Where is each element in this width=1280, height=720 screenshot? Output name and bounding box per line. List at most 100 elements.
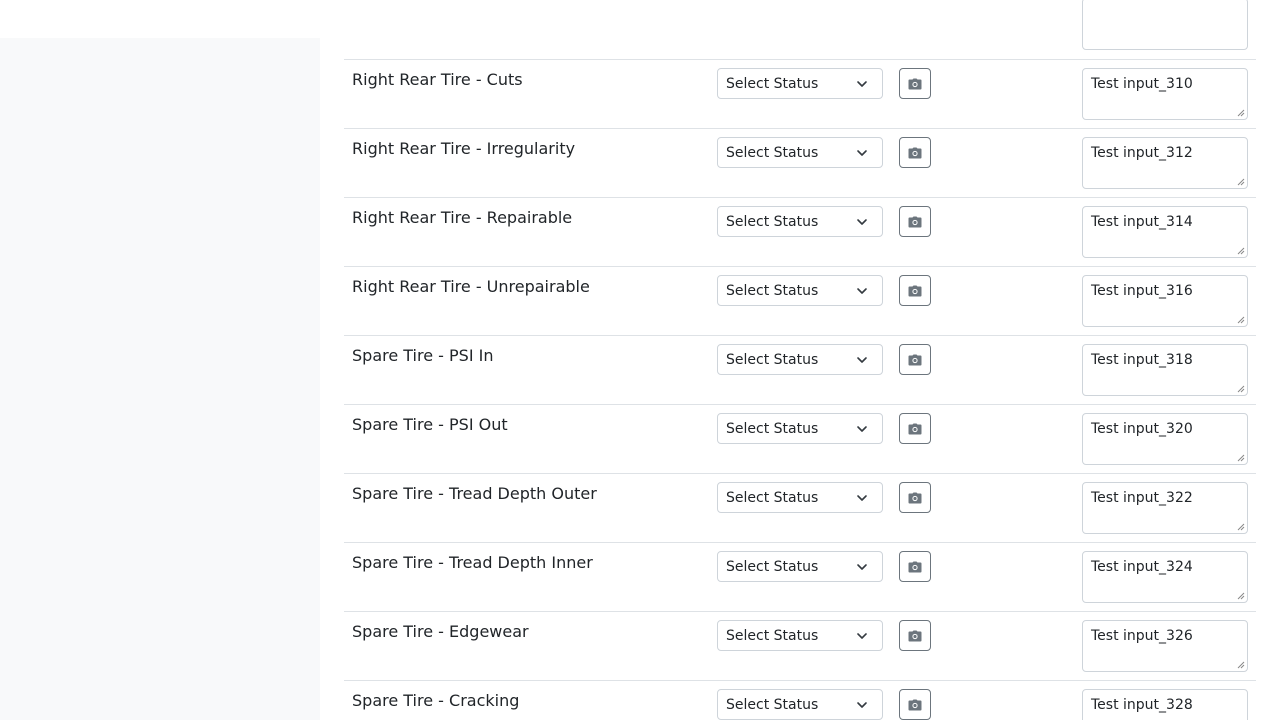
notes-textarea[interactable]: Test input_316 xyxy=(1082,275,1248,327)
notes-value: Test input_314 xyxy=(1091,214,1193,230)
notes-value: Test input_328 xyxy=(1091,697,1193,713)
notes-textarea[interactable]: Test input_310 xyxy=(1082,68,1248,120)
table-row: Right Rear Tire - Unrepairable Select St… xyxy=(344,266,1256,335)
notes-textarea[interactable]: Test input_322 xyxy=(1082,482,1248,534)
notes-value: Test input_318 xyxy=(1091,352,1193,368)
status-select-value: Select Status xyxy=(726,351,819,368)
chevron-down-icon xyxy=(857,150,867,156)
status-select[interactable]: Select Status xyxy=(717,206,883,237)
status-select[interactable]: Select Status xyxy=(717,413,883,444)
chevron-down-icon xyxy=(857,564,867,570)
notes-textarea[interactable]: Test input_314 xyxy=(1082,206,1248,258)
table-row: Right Rear Tire - Cuts Select Status Tes… xyxy=(344,59,1256,128)
resize-grip-icon[interactable] xyxy=(1237,316,1245,324)
status-select[interactable]: Select Status xyxy=(717,620,883,651)
status-select-value: Select Status xyxy=(726,420,819,437)
table-row: Right Rear Tire - Repairable Select Stat… xyxy=(344,197,1256,266)
status-select[interactable]: Select Status xyxy=(717,482,883,513)
table-row: Spare Tire - Cracking Select Status Test… xyxy=(344,680,1256,720)
camera-icon xyxy=(908,78,922,89)
notes-textarea[interactable]: Test input_312 xyxy=(1082,137,1248,189)
inspection-item-label: Spare Tire - Tread Depth Inner xyxy=(352,553,593,572)
inspection-item-label: Right Rear Tire - Irregularity xyxy=(352,139,576,158)
notes-textarea[interactable] xyxy=(1082,0,1248,50)
status-select[interactable]: Select Status xyxy=(717,275,883,306)
status-select-value: Select Status xyxy=(726,627,819,644)
status-select-value: Select Status xyxy=(726,696,819,713)
notes-value: Test input_310 xyxy=(1091,76,1193,92)
camera-button[interactable] xyxy=(899,620,931,651)
resize-grip-icon[interactable] xyxy=(1237,454,1245,462)
camera-button[interactable] xyxy=(899,482,931,513)
table-row xyxy=(344,0,1256,59)
resize-grip-icon[interactable] xyxy=(1237,661,1245,669)
chevron-down-icon xyxy=(857,495,867,501)
status-select-value: Select Status xyxy=(726,282,819,299)
camera-button[interactable] xyxy=(899,68,931,99)
notes-textarea[interactable]: Test input_324 xyxy=(1082,551,1248,603)
notes-textarea[interactable]: Test input_328 xyxy=(1082,689,1248,720)
resize-grip-icon[interactable] xyxy=(1237,109,1245,117)
chevron-down-icon xyxy=(857,81,867,87)
chevron-down-icon xyxy=(857,426,867,432)
chevron-down-icon xyxy=(857,288,867,294)
status-select-value: Select Status xyxy=(726,144,819,161)
notes-textarea[interactable]: Test input_326 xyxy=(1082,620,1248,672)
status-select-value: Select Status xyxy=(726,489,819,506)
inspection-table: Right Rear Tire - Cuts Select Status Tes… xyxy=(344,0,1256,720)
chevron-down-icon xyxy=(857,633,867,639)
camera-button[interactable] xyxy=(899,344,931,375)
camera-icon xyxy=(908,147,922,158)
camera-icon xyxy=(908,630,922,641)
camera-icon xyxy=(908,216,922,227)
status-select[interactable]: Select Status xyxy=(717,344,883,375)
status-select-value: Select Status xyxy=(726,75,819,92)
camera-button[interactable] xyxy=(899,137,931,168)
status-select-value: Select Status xyxy=(726,558,819,575)
camera-button[interactable] xyxy=(899,689,931,720)
resize-grip-icon[interactable] xyxy=(1237,178,1245,186)
resize-grip-icon[interactable] xyxy=(1237,247,1245,255)
camera-icon xyxy=(908,561,922,572)
inspection-item-label: Spare Tire - PSI In xyxy=(352,346,494,365)
chevron-down-icon xyxy=(857,702,867,708)
notes-textarea[interactable]: Test input_318 xyxy=(1082,344,1248,396)
notes-value: Test input_322 xyxy=(1091,490,1193,506)
resize-grip-icon[interactable] xyxy=(1237,592,1245,600)
camera-button[interactable] xyxy=(899,206,931,237)
inspection-item-label: Right Rear Tire - Cuts xyxy=(352,70,523,89)
status-select[interactable]: Select Status xyxy=(717,68,883,99)
table-row: Right Rear Tire - Irregularity Select St… xyxy=(344,128,1256,197)
camera-button[interactable] xyxy=(899,275,931,306)
notes-textarea[interactable]: Test input_320 xyxy=(1082,413,1248,465)
camera-icon xyxy=(908,423,922,434)
inspection-item-label: Spare Tire - Tread Depth Outer xyxy=(352,484,597,503)
table-row: Spare Tire - PSI Out Select Status Test … xyxy=(344,404,1256,473)
notes-value: Test input_312 xyxy=(1091,145,1193,161)
resize-grip-icon[interactable] xyxy=(1237,523,1245,531)
table-row: Spare Tire - Tread Depth Outer Select St… xyxy=(344,473,1256,542)
camera-button[interactable] xyxy=(899,551,931,582)
inspection-item-label: Right Rear Tire - Unrepairable xyxy=(352,277,590,296)
camera-icon xyxy=(908,354,922,365)
status-select[interactable]: Select Status xyxy=(717,551,883,582)
table-row: Spare Tire - Tread Depth Inner Select St… xyxy=(344,542,1256,611)
inspection-item-label: Right Rear Tire - Repairable xyxy=(352,208,573,227)
inspection-item-label: Spare Tire - Cracking xyxy=(352,691,520,710)
status-select[interactable]: Select Status xyxy=(717,689,883,720)
camera-icon xyxy=(908,699,922,710)
notes-value: Test input_316 xyxy=(1091,283,1193,299)
status-select-value: Select Status xyxy=(726,213,819,230)
camera-button[interactable] xyxy=(899,413,931,444)
status-select[interactable]: Select Status xyxy=(717,137,883,168)
table-row: Spare Tire - PSI In Select Status Test i… xyxy=(344,335,1256,404)
notes-value: Test input_324 xyxy=(1091,559,1193,575)
sidebar xyxy=(0,38,320,720)
camera-icon xyxy=(908,492,922,503)
notes-value: Test input_320 xyxy=(1091,421,1193,437)
resize-grip-icon[interactable] xyxy=(1237,385,1245,393)
inspection-item-label: Spare Tire - PSI Out xyxy=(352,415,508,434)
camera-icon xyxy=(908,285,922,296)
inspection-item-label: Spare Tire - Edgewear xyxy=(352,622,529,641)
notes-value: Test input_326 xyxy=(1091,628,1193,644)
